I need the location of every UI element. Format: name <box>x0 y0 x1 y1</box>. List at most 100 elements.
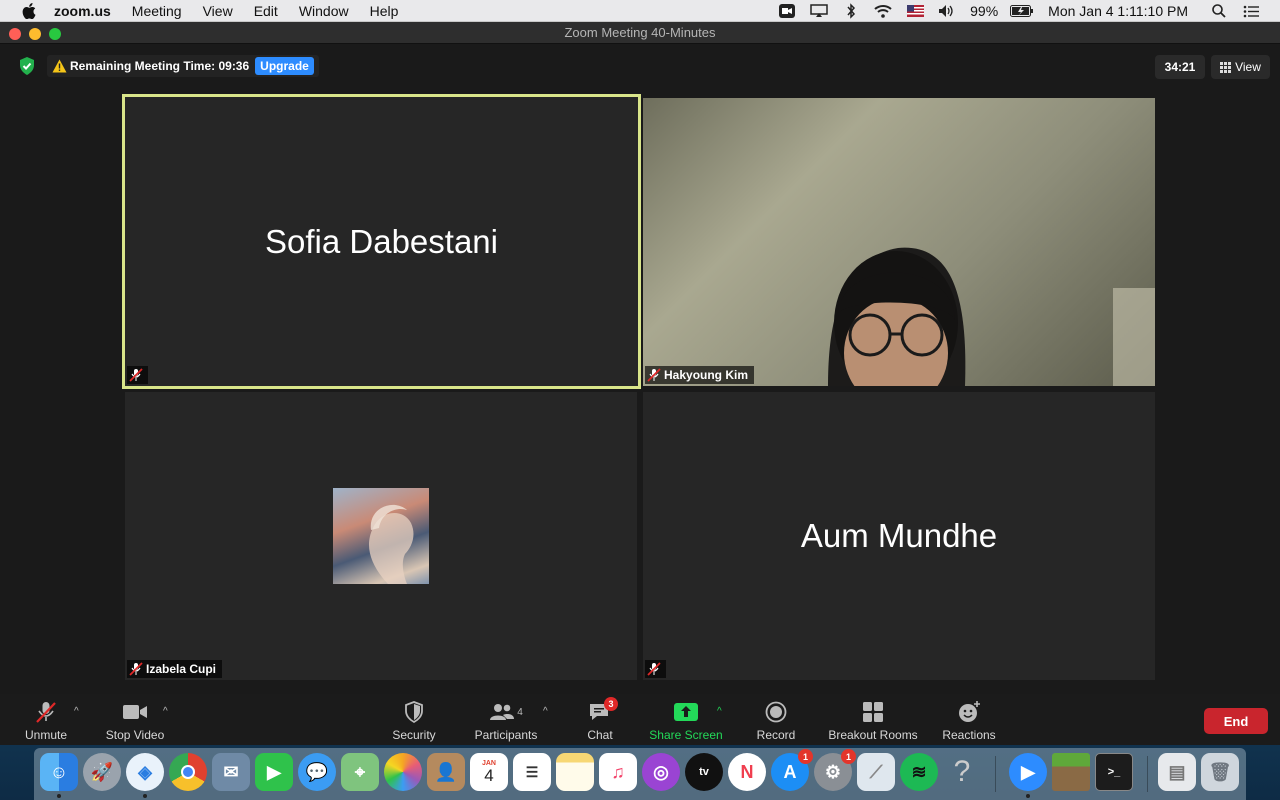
participant-label <box>645 660 666 678</box>
video-camera-icon <box>122 700 148 724</box>
muted-microphone-icon <box>33 700 59 724</box>
reminders-icon[interactable]: ☰ <box>513 753 551 791</box>
participants-button[interactable]: 4 Participants <box>470 700 542 742</box>
running-indicator <box>143 794 147 798</box>
share-screen-button[interactable]: Share Screen <box>647 700 725 742</box>
muted-mic-icon <box>647 368 661 382</box>
breakout-rooms-label: Breakout Rooms <box>828 728 918 742</box>
news-icon[interactable]: N <box>728 753 766 791</box>
stop-video-button[interactable]: Stop Video <box>102 700 168 742</box>
zoom-icon[interactable]: ▶ <box>1009 753 1047 791</box>
safari-icon[interactable]: ◈ <box>126 753 164 791</box>
participants-count: 4 <box>517 706 523 718</box>
security-shield-icon <box>401 700 427 724</box>
menu-zoom-us[interactable]: zoom.us <box>54 0 111 22</box>
meeting-info-bar: Remaining Meeting Time: 09:36 Upgrade 34… <box>0 54 1280 80</box>
video-tile-izabela-cupi[interactable]: Izabela Cupi <box>125 392 637 680</box>
meeting-toolbar: Unmute ^ Stop Video ^ Security 4 Partici… <box>0 694 1280 745</box>
calendar-icon[interactable]: JAN 4 <box>470 753 508 791</box>
menu-view[interactable]: View <box>203 0 233 22</box>
launchpad-icon[interactable]: 🚀 <box>83 753 121 791</box>
window-title-bar[interactable]: Zoom Meeting 40-Minutes <box>0 22 1280 44</box>
window-close-button[interactable] <box>9 28 21 40</box>
chrome-icon[interactable] <box>169 753 207 791</box>
preview-icon[interactable]: ⟋ <box>857 753 895 791</box>
music-icon[interactable]: ♫ <box>599 753 637 791</box>
participant-name-large: Aum Mundhe <box>800 517 998 554</box>
menu-help[interactable]: Help <box>370 0 399 22</box>
wifi-icon[interactable] <box>874 3 892 19</box>
appletv-icon[interactable]: tv <box>685 753 723 791</box>
facetime-icon[interactable]: ▶ <box>255 753 293 791</box>
volume-icon[interactable] <box>938 3 956 19</box>
mail-bird-icon[interactable]: ✉ <box>212 753 250 791</box>
share-options-chevron-icon[interactable]: ^ <box>717 706 722 717</box>
menubar-clock[interactable]: Mon Jan 4 1:11:10 PM <box>1048 3 1188 19</box>
chat-button[interactable]: 3 Chat <box>583 697 618 742</box>
finder-icon[interactable]: ☺ <box>40 753 78 791</box>
video-tile-sofia-dabestani[interactable]: Sofia Dabestani <box>122 94 641 389</box>
chat-unread-badge: 3 <box>604 697 618 711</box>
contacts-icon[interactable]: 👤 <box>427 753 465 791</box>
trash-icon[interactable]: 🗑 <box>1201 753 1239 791</box>
upgrade-button[interactable]: Upgrade <box>255 57 314 75</box>
appstore-update-badge: 1 <box>798 749 813 764</box>
documents-icon[interactable]: ▤ <box>1158 753 1196 791</box>
airplay-icon[interactable] <box>810 3 828 19</box>
participants-options-chevron-icon[interactable]: ^ <box>543 706 548 717</box>
notification-center-icon[interactable] <box>1242 3 1260 19</box>
menu-edit[interactable]: Edit <box>254 0 278 22</box>
appstore-icon[interactable]: A 1 <box>771 749 813 791</box>
battery-icon[interactable] <box>1010 3 1034 19</box>
photos-icon[interactable] <box>384 753 422 791</box>
mac-dock: ☺ 🚀 ◈ ✉ ▶ 💬 ⌖ 👤 JAN 4 ☰ ♫ ◎ tv N A 1 ⚙ 1… <box>34 748 1246 800</box>
breakout-rooms-grid-icon <box>860 700 886 724</box>
menu-meeting[interactable]: Meeting <box>132 0 182 22</box>
participant-label: Hakyoung Kim <box>645 366 755 384</box>
running-indicator <box>57 794 61 798</box>
encryption-shield-icon[interactable] <box>18 56 36 76</box>
video-tile-hakyoung-kim[interactable]: Hakyoung Kim <box>643 98 1155 386</box>
window-title: Zoom Meeting 40-Minutes <box>564 25 716 40</box>
audio-options-chevron-icon[interactable]: ^ <box>74 706 79 717</box>
video-options-chevron-icon[interactable]: ^ <box>163 706 168 717</box>
system-preferences-icon[interactable]: ⚙ 1 <box>814 749 856 791</box>
maps-icon[interactable]: ⌖ <box>341 753 379 791</box>
window-fullscreen-button[interactable] <box>49 28 61 40</box>
podcasts-icon[interactable]: ◎ <box>642 753 680 791</box>
spotify-icon[interactable]: ≋ <box>900 753 938 791</box>
grid-view-icon <box>1220 61 1232 73</box>
terminal-icon[interactable]: >_ <box>1095 753 1133 791</box>
record-button[interactable]: Record <box>754 700 798 742</box>
end-meeting-button[interactable]: End <box>1204 708 1268 734</box>
spotlight-search-icon[interactable] <box>1210 3 1228 19</box>
messages-icon[interactable]: 💬 <box>298 753 336 791</box>
participant-label: Izabela Cupi <box>127 660 223 678</box>
profile-picture-avatar <box>333 488 429 584</box>
view-button[interactable]: View <box>1211 55 1270 79</box>
sysprefs-update-badge: 1 <box>841 749 856 764</box>
menu-window[interactable]: Window <box>299 0 349 22</box>
security-label: Security <box>392 728 436 742</box>
warning-icon <box>52 59 67 73</box>
participant-name: Izabela Cupi <box>146 662 217 676</box>
breakout-rooms-button[interactable]: Breakout Rooms <box>826 700 920 742</box>
help-icon[interactable]: ? <box>943 753 981 791</box>
zoom-status-icon[interactable] <box>778 3 796 19</box>
bluetooth-icon[interactable] <box>842 3 860 19</box>
video-tile-aum-mundhe[interactable]: Aum Mundhe <box>643 392 1155 680</box>
reactions-button[interactable]: Reactions <box>940 700 998 742</box>
window-minimize-button[interactable] <box>29 28 41 40</box>
notes-icon[interactable] <box>556 753 594 791</box>
record-icon <box>763 700 789 724</box>
reactions-label: Reactions <box>942 728 996 742</box>
meeting-elapsed-timer: 34:21 <box>1155 55 1205 79</box>
us-flag-input-icon[interactable] <box>906 3 924 19</box>
battery-percent: 99% <box>970 3 999 19</box>
minecraft-icon[interactable] <box>1052 753 1090 791</box>
security-button[interactable]: Security <box>388 700 440 742</box>
dock-separator <box>1147 756 1148 792</box>
apple-menu-icon[interactable] <box>20 2 38 20</box>
participants-label: Participants <box>474 728 538 742</box>
unmute-button[interactable]: Unmute <box>22 700 70 742</box>
